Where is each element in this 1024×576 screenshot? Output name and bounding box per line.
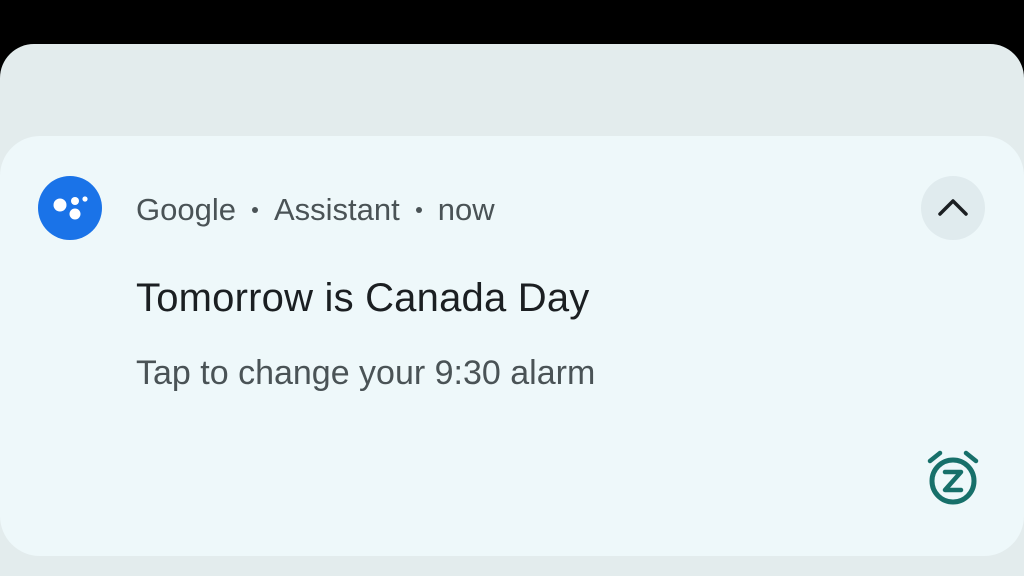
notification-shade: Google Assistant now Tomorrow is Canada … <box>0 44 1024 576</box>
separator-dot <box>251 207 258 213</box>
notification-header: Google Assistant now <box>136 190 495 230</box>
expand-collapse-button[interactable] <box>921 176 985 240</box>
alarm-snooze-icon <box>927 450 979 505</box>
notification-title: Tomorrow is Canada Day <box>136 276 590 320</box>
chevron-up-icon <box>938 199 968 216</box>
separator-dot <box>415 207 422 213</box>
google-assistant-icon <box>38 176 102 240</box>
notification-time: now <box>437 192 495 227</box>
sub-app-name: Assistant <box>273 192 400 227</box>
notification-card[interactable]: Google Assistant now Tomorrow is Canada … <box>0 136 1024 556</box>
alarm-snooze-button[interactable] <box>920 446 986 512</box>
notification-body: Tap to change your 9:30 alarm <box>136 354 596 392</box>
app-name: Google <box>136 192 236 227</box>
